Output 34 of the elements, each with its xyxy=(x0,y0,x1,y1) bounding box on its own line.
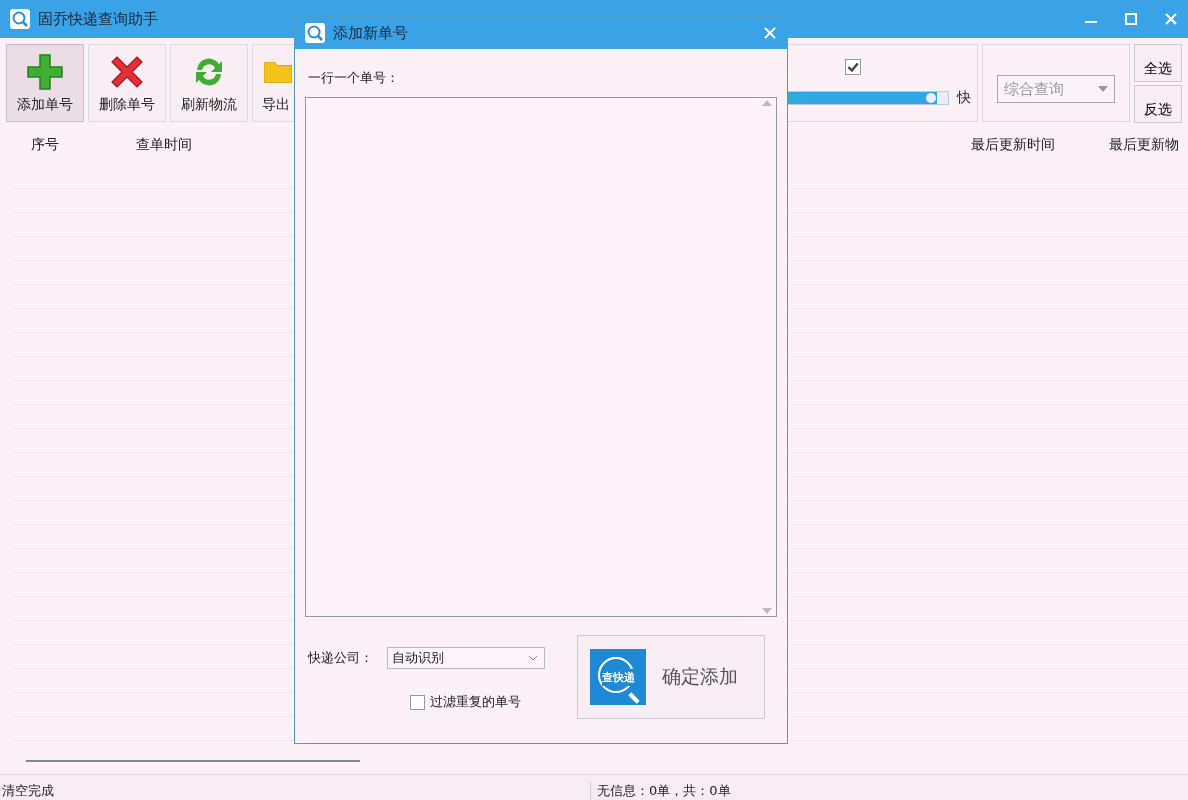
column-header[interactable]: 查单时间 xyxy=(76,136,251,154)
company-label: 快递公司： xyxy=(308,649,373,667)
search-logo-icon: 查快递 xyxy=(590,649,646,705)
invert-select-button[interactable]: 反选 xyxy=(1134,85,1182,123)
scroll-up-icon[interactable] xyxy=(762,100,772,106)
dropdown-arrow-icon xyxy=(1098,86,1108,92)
close-icon[interactable] xyxy=(1164,12,1178,26)
select-all-button[interactable]: 全选 xyxy=(1134,44,1182,82)
column-header[interactable]: 最后更新物 xyxy=(1100,136,1188,154)
column-header[interactable]: 最后更新时间 xyxy=(925,136,1100,154)
company-dropdown[interactable]: 自动识别 xyxy=(387,647,545,669)
status-text: 清空完成 xyxy=(0,782,591,800)
confirm-add-button[interactable]: 查快递 确定添加 xyxy=(577,635,765,719)
scroll-down-icon[interactable] xyxy=(762,608,772,614)
maximize-icon[interactable] xyxy=(1124,12,1138,26)
tracking-input-area[interactable] xyxy=(305,97,777,617)
close-icon[interactable] xyxy=(763,26,777,40)
folder-icon xyxy=(264,61,292,83)
app-icon xyxy=(10,9,30,29)
column-header[interactable]: 序号 xyxy=(14,136,76,154)
checkbox[interactable] xyxy=(845,59,861,75)
dialog-title: 添加新单号 xyxy=(333,23,408,43)
chevron-icon xyxy=(528,655,538,661)
checkbox[interactable] xyxy=(410,694,425,710)
scrollbar-thumb[interactable] xyxy=(26,760,360,762)
slider-label: 快 xyxy=(957,89,971,107)
toolbar-button[interactable]: 刷新物流 xyxy=(170,44,248,122)
toolbar-button[interactable]: 添加单号 xyxy=(6,44,84,122)
app-icon xyxy=(305,23,325,43)
checkbox-label: 过滤重复的单号 xyxy=(430,693,521,711)
toolbar-button[interactable]: 删除单号 xyxy=(88,44,166,122)
plus-icon xyxy=(25,52,65,92)
window-title: 固乔快递查询助手 xyxy=(38,9,158,29)
status-text: 无信息：0单，共：0单 xyxy=(596,782,731,800)
